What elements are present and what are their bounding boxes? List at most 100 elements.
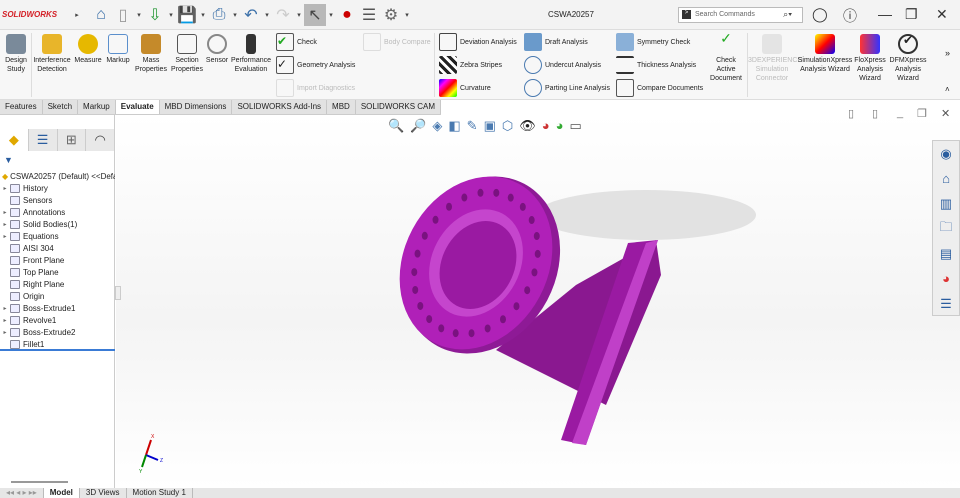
tree-item[interactable]: AISI 304 <box>0 242 115 254</box>
symmetry-check-button[interactable]: Symmetry Check <box>616 32 690 52</box>
save-dropdown[interactable]: ▾ <box>198 11 208 19</box>
section-properties-button[interactable]: Section Properties <box>170 34 204 74</box>
performance-evaluation-button[interactable]: Performance Evaluation <box>230 34 272 74</box>
tab-evaluate[interactable]: Evaluate <box>115 100 160 114</box>
close-icon[interactable]: ✕ <box>936 6 948 23</box>
import-diagnostics-button[interactable]: Import Diagnostics <box>276 78 355 98</box>
new-document-icon[interactable]: ▯ <box>112 4 134 26</box>
deviation-analysis-button[interactable]: Deviation Analysis <box>439 32 517 52</box>
simulationxpress-button[interactable]: SimulationXpress Analysis Wizard <box>797 34 853 74</box>
print-dropdown[interactable]: ▾ <box>230 11 240 19</box>
mass-properties-button[interactable]: Mass Properties <box>133 34 169 74</box>
rollback-bar[interactable] <box>0 349 115 351</box>
tree-item[interactable]: ▸ Boss-Extrude1 <box>0 302 115 314</box>
section-view-icon[interactable]: ◧ <box>448 118 460 134</box>
expand-arrow-icon[interactable]: ▸ <box>0 185 10 192</box>
view-settings-icon[interactable]: ▭ <box>569 118 581 134</box>
interference-detection-button[interactable]: Interference Detection <box>32 34 72 74</box>
restore-icon[interactable]: ❐ <box>905 6 918 23</box>
hide-show-items-icon[interactable]: 👁 <box>519 118 536 134</box>
help-icon[interactable]: ⓘ <box>843 6 857 26</box>
configuration-manager-tab-icon[interactable]: ⊞ <box>58 129 87 151</box>
3dexperience-simulation-connector-button[interactable]: 3DEXPERIENCE Simulation Connector <box>748 34 802 83</box>
check-button[interactable]: ✔ Check <box>276 32 317 52</box>
tree-item[interactable]: Top Plane <box>0 266 115 278</box>
horizontal-scrollbar[interactable] <box>11 481 68 483</box>
tree-item[interactable]: Front Plane <box>0 254 115 266</box>
geometry-analysis-button[interactable]: ✓ Geometry Analysis <box>276 55 355 75</box>
thickness-analysis-button[interactable]: Thickness Analysis <box>616 55 696 75</box>
tab-scroll-arrows[interactable]: ◂◂ ◂ ▸ ▸▸ <box>0 488 44 498</box>
zoom-to-fit-icon[interactable]: 🔍 <box>388 118 404 134</box>
tree-item[interactable]: Sensors <box>0 194 115 206</box>
property-manager-tab-icon[interactable]: ☰ <box>29 129 58 151</box>
graphics-area[interactable]: X Z Y <box>116 115 960 488</box>
tab-model[interactable]: Model <box>43 488 80 498</box>
options-dropdown[interactable]: ▾ <box>402 11 412 19</box>
appearances-scenes-icon[interactable]: ◕ <box>933 266 959 291</box>
floxpress-button[interactable]: FloXpress Analysis Wizard <box>853 34 887 83</box>
search-commands-input[interactable]: > Search Commands ⌕▾ <box>678 7 803 23</box>
tree-item[interactable]: ▸ Boss-Extrude2 <box>0 326 115 338</box>
tree-item[interactable]: ▸ Solid Bodies(1) <box>0 218 115 230</box>
solidworks-resources-icon[interactable]: ◉ <box>933 141 959 166</box>
undo-dropdown[interactable]: ▾ <box>262 11 272 19</box>
previous-view-icon[interactable]: ◈ <box>432 118 442 134</box>
save-icon[interactable]: 💾 <box>176 4 198 26</box>
tab-mbd[interactable]: MBD <box>327 100 356 114</box>
expand-arrow-icon[interactable]: ▸ <box>0 317 10 324</box>
doc-restore-icon[interactable]: ❐ <box>917 107 927 120</box>
expand-arrow-icon[interactable]: ▸ <box>0 221 10 228</box>
viewport-tile-right-icon[interactable]: ▯ <box>872 107 878 120</box>
edit-appearance-icon[interactable]: ◕ <box>542 118 550 134</box>
tree-item[interactable]: Right Plane <box>0 278 115 290</box>
tab-markup[interactable]: Markup <box>78 100 116 114</box>
curvature-button[interactable]: Curvature <box>439 78 491 98</box>
zoom-to-area-icon[interactable]: 🔎 <box>410 118 426 134</box>
filter-icon[interactable]: ▼ <box>4 155 13 165</box>
tree-item[interactable]: ▸ History <box>0 182 115 194</box>
print-icon[interactable]: ⎙ <box>208 4 230 26</box>
open-dropdown[interactable]: ▾ <box>166 11 176 19</box>
tree-item[interactable]: ▸ Revolve1 <box>0 314 115 326</box>
rebuild-traffic-light-icon[interactable]: ● <box>336 4 358 26</box>
check-active-document-button[interactable]: ✓ Check Active Document <box>706 31 746 83</box>
ribbon-overflow-icon[interactable]: » <box>945 48 950 58</box>
tab-sketch[interactable]: Sketch <box>42 100 79 114</box>
compare-documents-button[interactable]: Compare Documents <box>616 78 703 98</box>
design-study-button[interactable]: Design Study <box>2 34 30 74</box>
redo-dropdown[interactable]: ▾ <box>294 11 304 19</box>
tree-item[interactable]: ▸ Annotations <box>0 206 115 218</box>
apply-scene-icon[interactable]: ◕ <box>556 118 564 134</box>
dfmxpress-button[interactable]: ✔ DFMXpress Analysis Wizard <box>888 34 928 83</box>
tab-3d-views[interactable]: 3D Views <box>80 488 127 498</box>
body-compare-button[interactable]: Body Compare <box>363 32 431 52</box>
select-dropdown[interactable]: ▾ <box>326 11 336 19</box>
undercut-analysis-button[interactable]: Undercut Analysis <box>524 55 601 75</box>
collapse-ribbon-icon[interactable]: ˄ <box>945 85 950 94</box>
zebra-stripes-button[interactable]: Zebra Stripes <box>439 55 502 75</box>
tab-features[interactable]: Features <box>0 100 43 114</box>
view-palette-icon[interactable]: ▤ <box>933 241 959 266</box>
expand-arrow-icon[interactable]: ▸ <box>0 305 10 312</box>
user-account-icon[interactable]: ◯ <box>812 6 828 23</box>
doc-close-icon[interactable]: ✕ <box>941 107 950 120</box>
expand-arrow-icon[interactable]: ▸ <box>0 329 10 336</box>
custom-properties-icon[interactable]: ☰ <box>933 291 959 316</box>
dynamic-annotation-icon[interactable]: ✎ <box>467 118 478 134</box>
display-style-icon[interactable]: ⬡ <box>502 118 513 134</box>
3dexperience-home-icon[interactable]: ⌂ <box>933 166 959 191</box>
undo-icon[interactable]: ↶ <box>240 4 262 26</box>
panel-collapse-handle[interactable] <box>115 286 121 300</box>
design-library-icon[interactable]: ▥ <box>933 191 959 216</box>
open-icon[interactable]: ⇩ <box>144 4 166 26</box>
minimize-icon[interactable]: — <box>878 6 892 22</box>
dimxpert-tab-icon[interactable]: ◠ <box>86 129 115 151</box>
feature-manager-tab-icon[interactable]: ◆ <box>0 129 29 151</box>
tree-item[interactable]: ▸ Equations <box>0 230 115 242</box>
tab-solidworks-add-ins[interactable]: SOLIDWORKS Add-Ins <box>232 100 328 114</box>
home-icon[interactable]: ⌂ <box>90 4 112 26</box>
tab-solidworks-cam[interactable]: SOLIDWORKS CAM <box>355 100 442 114</box>
doc-minimize-icon[interactable]: _ <box>897 107 903 119</box>
viewport-tile-left-icon[interactable]: ▯ <box>848 107 854 120</box>
